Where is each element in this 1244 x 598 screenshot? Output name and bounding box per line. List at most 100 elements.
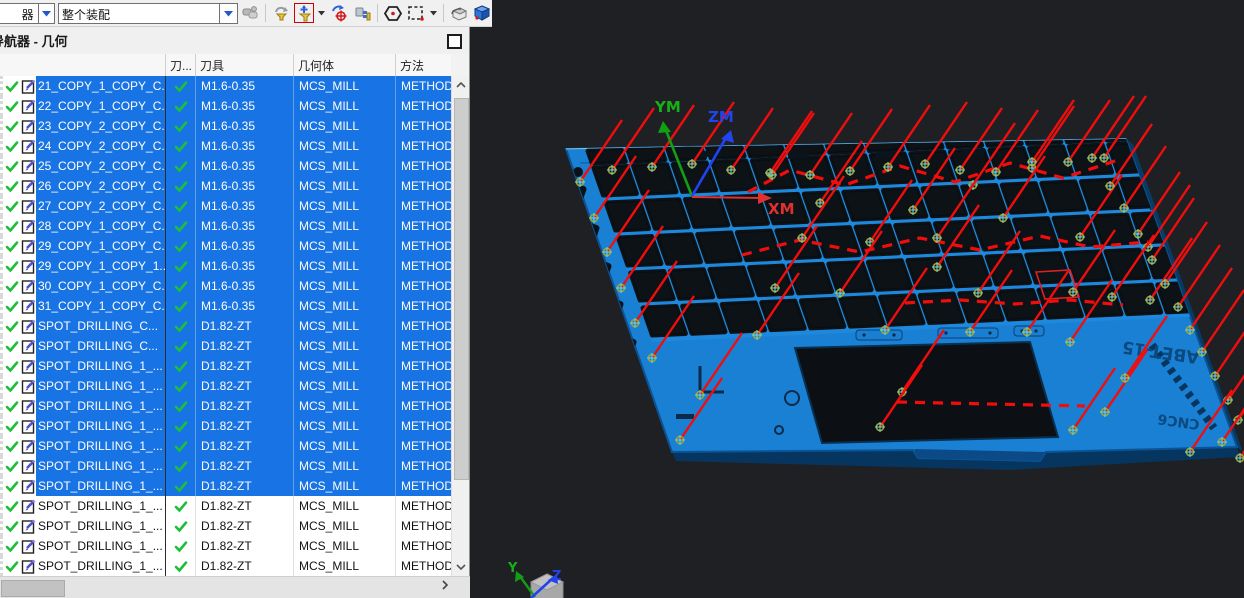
operation-name[interactable]: 21_COPY_1_COPY_C... [36,76,166,96]
operation-name[interactable]: SPOT_DRILLING_1_... [36,516,166,536]
operation-name[interactable]: SPOT_DRILLING_1_... [36,496,166,516]
operation-row[interactable]: SPOT_DRILLING_1_... D1.82-ZT MCS_MILL METHO… [0,496,452,516]
operation-name[interactable]: SPOT_DRILLING_1_... [36,416,166,436]
operation-name[interactable]: SPOT_DRILLING_1_... [36,376,166,396]
tool-cell[interactable]: D1.82-ZT [196,496,294,516]
method-cell[interactable]: METHOD [396,116,452,136]
operation-row[interactable]: SPOT_DRILLING_1_... D1.82-ZT MCS_MILL METHO… [0,476,452,496]
geometry-cell[interactable]: MCS_MILL [294,136,396,156]
geometry-cell[interactable]: MCS_MILL [294,456,396,476]
operation-name[interactable]: 31_COPY_1_COPY_C... [36,296,166,316]
method-cell[interactable]: METHOD [396,456,452,476]
tool-cell[interactable]: D1.82-ZT [196,416,294,436]
geometry-cell[interactable]: MCS_MILL [294,96,396,116]
operation-name[interactable]: SPOT_DRILLING_1_... [36,456,166,476]
geometry-cell[interactable]: MCS_MILL [294,256,396,276]
rectangle-select-icon[interactable] [406,3,426,23]
toolpath-status-cell[interactable] [166,456,196,476]
method-cell[interactable]: METHOD [396,536,452,556]
method-cell[interactable]: METHOD [396,356,452,376]
operation-name[interactable]: 29_COPY_1_COPY_C... [36,236,166,256]
geometry-cell[interactable]: MCS_MILL [294,236,396,256]
toolpath-status-cell[interactable] [166,476,196,496]
tool-cell[interactable]: D1.82-ZT [196,516,294,536]
operation-name[interactable]: SPOT_DRILLING_1_... [36,556,166,576]
geometry-cell[interactable]: MCS_MILL [294,316,396,336]
operation-name[interactable]: 30_COPY_1_COPY_C... [36,276,166,296]
geometry-cell[interactable]: MCS_MILL [294,516,396,536]
geometry-cell[interactable]: MCS_MILL [294,396,396,416]
method-cell[interactable]: METHOD [396,96,452,116]
toolpath-status-cell[interactable] [166,96,196,116]
method-cell[interactable]: METHOD [396,476,452,496]
tool-cell[interactable]: D1.82-ZT [196,336,294,356]
scroll-down-icon[interactable] [452,558,470,576]
operation-name[interactable]: 26_COPY_2_COPY_C... [36,176,166,196]
geometry-cell[interactable]: MCS_MILL [294,76,396,96]
operation-row[interactable]: 26_COPY_2_COPY_C... M1.6-0.35 MCS_MILL METH… [0,176,452,196]
hexagon-point-icon[interactable] [383,3,403,23]
method-cell[interactable]: METHOD [396,236,452,256]
toolpath-status-cell[interactable] [166,316,196,336]
operation-row[interactable]: 21_COPY_1_COPY_C... M1.6-0.35 MCS_MILL METH… [0,76,452,96]
geometry-cell[interactable]: MCS_MILL [294,276,396,296]
operation-row[interactable]: 31_COPY_1_COPY_C... M1.6-0.35 MCS_MILL METH… [0,296,452,316]
geometry-cell[interactable]: MCS_MILL [294,336,396,356]
toolpath-status-cell[interactable] [166,396,196,416]
tool-cell[interactable]: D1.82-ZT [196,436,294,456]
method-cell[interactable]: METHOD [396,556,452,576]
show-hide-icon[interactable] [449,3,469,23]
selection-filter-funnel-icon[interactable] [294,3,315,23]
geometry-cell[interactable]: MCS_MILL [294,176,396,196]
method-cell[interactable]: METHOD [396,176,452,196]
pattern-component-icon[interactable] [352,3,372,23]
rectangle-select-dropdown-icon[interactable] [429,3,438,23]
operation-row[interactable]: SPOT_DRILLING_1_... D1.82-ZT MCS_MILL METHO… [0,436,452,456]
column-header-geometry[interactable]: 几何体 [294,54,396,76]
method-cell[interactable]: METHOD [396,76,452,96]
geometry-cell[interactable]: MCS_MILL [294,416,396,436]
toolpath-status-cell[interactable] [166,376,196,396]
horizontal-scroll-thumb[interactable] [1,580,65,597]
filter-combo[interactable]: 器 [0,2,55,24]
tool-cell[interactable]: M1.6-0.35 [196,96,294,116]
geometry-cell[interactable]: MCS_MILL [294,376,396,396]
viewport-canvas[interactable]: ABET-15CNC6YMZMXMYZ [470,0,1244,598]
tool-cell[interactable]: D1.82-ZT [196,456,294,476]
tool-cell[interactable]: M1.6-0.35 [196,296,294,316]
operation-row[interactable]: 22_COPY_1_COPY_C... M1.6-0.35 MCS_MILL METH… [0,96,452,116]
toolpath-status-cell[interactable] [166,516,196,536]
operation-name[interactable]: 25_COPY_2_COPY_C... [36,156,166,176]
toolpath-status-cell[interactable] [166,236,196,256]
operation-name[interactable]: SPOT_DRILLING_C... [36,336,166,356]
method-cell[interactable]: METHOD [396,156,452,176]
operation-name[interactable]: SPOT_DRILLING_1_... [36,436,166,456]
operation-name[interactable]: SPOT_DRILLING_1_... [36,476,166,496]
toolpath-status-cell[interactable] [166,136,196,156]
undock-button[interactable] [447,34,462,49]
tool-cell[interactable]: M1.6-0.35 [196,236,294,256]
assembly-scope-combo[interactable]: 整个装配 [58,2,238,24]
tool-cell[interactable]: M1.6-0.35 [196,256,294,276]
selection-filter-dropdown-icon[interactable] [317,3,326,23]
method-cell[interactable]: METHOD [396,256,452,276]
toolpath-status-cell[interactable] [166,296,196,316]
vertical-scrollbar[interactable] [451,76,469,576]
toolpath-status-cell[interactable] [166,76,196,96]
tool-cell[interactable]: M1.6-0.35 [196,156,294,176]
method-cell[interactable]: METHOD [396,516,452,536]
operation-row[interactable]: SPOT_DRILLING_1_... D1.82-ZT MCS_MILL METHO… [0,416,452,436]
operation-name[interactable]: SPOT_DRILLING_C... [36,316,166,336]
method-cell[interactable]: METHOD [396,496,452,516]
toolpath-status-cell[interactable] [166,536,196,556]
operation-row[interactable]: 29_COPY_1_COPY_C... M1.6-0.35 MCS_MILL METH… [0,236,452,256]
toolpath-status-cell[interactable] [166,416,196,436]
operation-name[interactable]: 23_COPY_2_COPY_C... [36,116,166,136]
toolpath-status-cell[interactable] [166,256,196,276]
horizontal-scrollbar[interactable] [0,576,470,598]
operation-row[interactable]: SPOT_DRILLING_1_... D1.82-ZT MCS_MILL METHO… [0,556,452,576]
toolpath-status-cell[interactable] [166,276,196,296]
operation-row[interactable]: 23_COPY_2_COPY_C... M1.6-0.35 MCS_MILL METH… [0,116,452,136]
tool-cell[interactable]: D1.82-ZT [196,356,294,376]
operation-row[interactable]: 27_COPY_2_COPY_C... M1.6-0.35 MCS_MILL METH… [0,196,452,216]
